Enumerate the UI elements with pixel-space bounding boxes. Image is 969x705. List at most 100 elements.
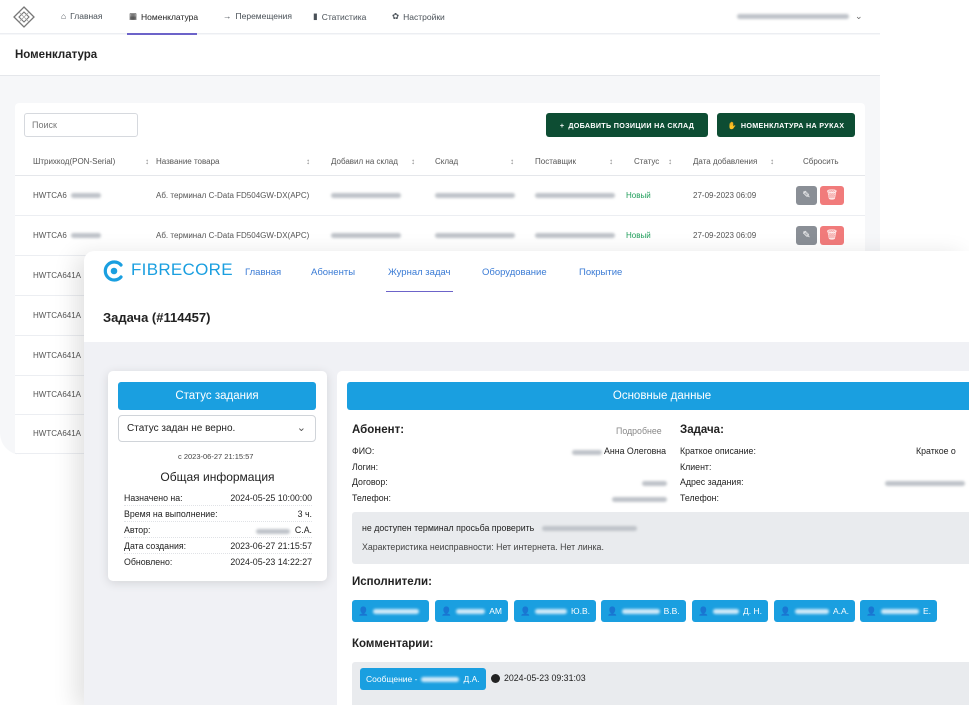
executor-chip[interactable]: 👤 Е.: [860, 600, 937, 622]
col-warehouse[interactable]: Склад: [435, 157, 458, 166]
gear-icon: ✿: [392, 11, 400, 21]
executor-chip[interactable]: 👤 Ю.В.: [514, 600, 596, 622]
table-row[interactable]: HWTCA6 Аб. терминал C-Data FD504GW-DX(AP…: [15, 216, 865, 256]
user-icon: 👤: [698, 605, 709, 616]
executor-chip[interactable]: 👤 Д. Н.: [692, 600, 768, 622]
info-key: Автор:: [124, 525, 151, 535]
edit-button[interactable]: ✎: [796, 226, 817, 245]
col-status[interactable]: Статус: [634, 157, 659, 166]
sort-icon[interactable]: ↕: [609, 157, 613, 166]
table-row[interactable]: HWTCA6 Аб. терминал C-Data FD504GW-DX(AP…: [15, 176, 865, 216]
add-items-label: ДОБАВИТЬ ПОЗИЦИИ НА СКЛАД: [568, 120, 695, 130]
arrow-right-icon: →: [223, 11, 232, 21]
surname-blurred: [572, 450, 602, 455]
cell-date: 27-09-2023 06:09: [693, 191, 757, 200]
user-menu[interactable]: ⌄: [737, 11, 863, 22]
nav-home-label: Главная: [70, 11, 103, 21]
fibrecore-logo-icon[interactable]: [102, 259, 126, 283]
info-row: Время на выполнение: 3 ч.: [124, 507, 312, 522]
fault-description: Характеристика неисправности: Нет интерн…: [362, 542, 604, 552]
status-card: Статус задания Статус задан не верно. ⌄ с…: [108, 371, 327, 581]
field-value: Краткое о: [916, 446, 956, 456]
nav-transfers[interactable]: → Перемещения: [223, 11, 292, 21]
nav-nomenclature[interactable]: ▦ Номенклатура: [129, 11, 198, 22]
nav-settings[interactable]: ✿ Настройки: [392, 11, 445, 22]
sort-icon[interactable]: ↕: [411, 157, 415, 166]
executor-initials: Е.: [922, 606, 931, 616]
sort-icon[interactable]: ↕: [510, 157, 514, 166]
field-key: Договор:: [352, 477, 388, 487]
info-value: 3 ч.: [297, 509, 312, 519]
status-select[interactable]: Статус задан не верно. ⌄: [118, 415, 316, 442]
nav-nomenclature-label: Номенклатура: [141, 11, 199, 22]
info-value: 2024-05-23 14:22:27: [230, 557, 312, 567]
nav-equipment[interactable]: Оборудование: [482, 267, 547, 278]
info-value: 2023-06-27 21:15:57: [230, 541, 312, 551]
user-icon: 👤: [520, 605, 531, 616]
nav-coverage[interactable]: Покрытие: [579, 267, 622, 278]
chevron-down-icon: ⌄: [855, 11, 863, 21]
field-key: Адрес задания:: [680, 477, 744, 487]
executor-chip[interactable]: 👤 АМ: [435, 600, 508, 622]
sort-icon[interactable]: ↕: [770, 157, 774, 166]
cell-serial: HWTCA641A: [33, 429, 82, 438]
info-value: 2024-05-25 10:00:00: [230, 493, 312, 503]
home-icon: ⌂: [61, 11, 67, 21]
col-serial[interactable]: Штрихкод(PON-Serial): [33, 157, 115, 166]
items-on-hands-label: НОМЕНКЛАТУРА НА РУКАХ: [740, 120, 845, 130]
contract-blurred: [642, 481, 667, 486]
sort-icon[interactable]: ↕: [306, 157, 310, 166]
note-blurred: [542, 526, 637, 531]
executor-chip[interactable]: 👤 В.В.: [601, 600, 686, 622]
edit-button[interactable]: ✎: [796, 186, 817, 205]
nav-home[interactable]: Главная: [245, 267, 281, 278]
brand-name[interactable]: FIBRECORE: [131, 260, 233, 280]
add-items-button[interactable]: + ДОБАВИТЬ ПОЗИЦИИ НА СКЛАД: [546, 113, 708, 137]
executors-title: Исполнители:: [352, 576, 432, 588]
serial-blurred: [71, 233, 101, 238]
comment-author-chip[interactable]: Сообщение - Д.А.: [360, 668, 486, 690]
user-icon: 👤: [441, 605, 452, 616]
info-value: С.А.: [294, 525, 312, 535]
trash-icon: 🗑: [825, 190, 839, 201]
executor-name-blurred: [621, 608, 660, 614]
executor-chip[interactable]: 👤: [352, 600, 429, 622]
warehouse-blurred: [435, 193, 515, 198]
user-icon: 👤: [358, 605, 369, 616]
delete-button[interactable]: 🗑: [820, 186, 844, 205]
sort-icon[interactable]: ↕: [145, 157, 149, 166]
more-link[interactable]: Подробнее: [616, 426, 662, 436]
nav-subscribers[interactable]: Абоненты: [311, 267, 355, 278]
task-note: не доступен терминал просьба проверить: [362, 523, 535, 533]
clock-icon: [491, 674, 500, 683]
nav-statistics[interactable]: ▮ Статистика: [313, 11, 366, 22]
cell-date: 27-09-2023 06:09: [693, 231, 757, 240]
table-header: Штрихкод(PON-Serial) ↕ Название товара ↕…: [15, 150, 865, 176]
search-input[interactable]: Поиск: [24, 113, 138, 137]
col-added-by[interactable]: Добавил на склад: [331, 157, 398, 166]
nav-task-log[interactable]: Журнал задач: [388, 267, 451, 278]
nav-home[interactable]: ⌂ Главная: [61, 11, 103, 21]
executor-name-blurred: [534, 608, 568, 614]
executor-initials: АМ: [489, 606, 502, 616]
field-value: Анна Олеговна: [604, 446, 667, 456]
col-name[interactable]: Название товара: [156, 157, 220, 166]
task-note-box: не доступен терминал просьба проверить Х…: [352, 512, 969, 564]
warehouse-blurred: [435, 233, 515, 238]
supplier-blurred: [535, 233, 615, 238]
top-navbar: ⌂ Главная ▦ Номенклатура → Перемещения ▮ Ста…: [0, 0, 880, 35]
sort-icon[interactable]: ↕: [668, 157, 672, 166]
field-key: Клиент:: [680, 462, 712, 472]
subscriber-title: Абонент:: [352, 424, 405, 436]
app-logo-icon[interactable]: [13, 6, 35, 28]
col-supplier[interactable]: Поставщик: [535, 157, 576, 166]
col-date[interactable]: Дата добавления: [693, 157, 757, 166]
delete-button[interactable]: 🗑: [820, 226, 844, 245]
serial-blurred: [71, 193, 101, 198]
cell-serial: HWTCA641A: [33, 311, 82, 320]
executor-chip[interactable]: 👤 А.А.: [774, 600, 855, 622]
nav-transfers-label: Перемещения: [235, 11, 293, 21]
executor-name-blurred: [712, 608, 740, 614]
executor-initials: А.А.: [832, 606, 849, 616]
items-on-hands-button[interactable]: ✋ НОМЕНКЛАТУРА НА РУКАХ: [717, 113, 855, 137]
